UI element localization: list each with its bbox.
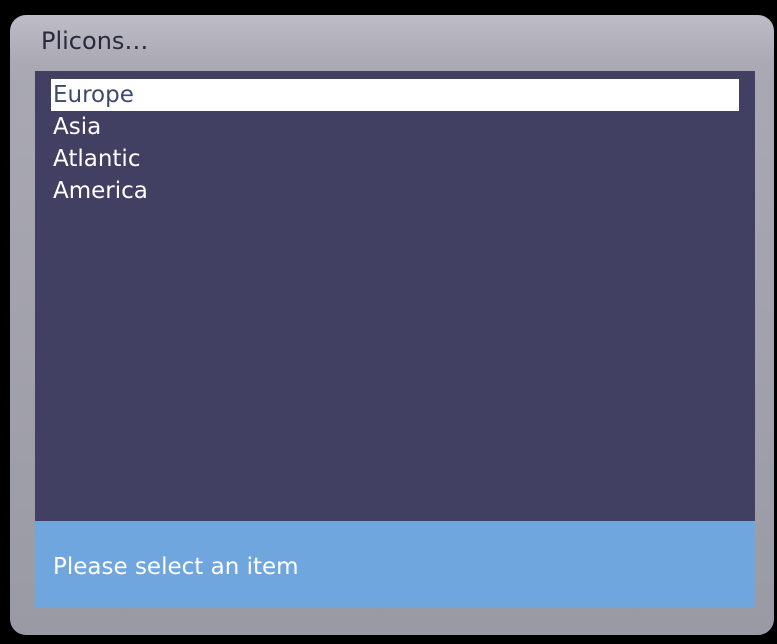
item-list: Europe Asia Atlantic America	[51, 79, 739, 207]
list-item-asia[interactable]: Asia	[51, 111, 739, 143]
list-item-atlantic[interactable]: Atlantic	[51, 143, 739, 175]
list-item-europe[interactable]: Europe	[51, 79, 739, 111]
list-item-america[interactable]: America	[51, 175, 739, 207]
status-text: Please select an item	[53, 554, 299, 580]
dialog-title: Plicons…	[41, 27, 149, 55]
selection-dialog: Plicons… Europe Asia Atlantic America Pl…	[10, 15, 774, 635]
status-bar: Please select an item	[35, 521, 755, 607]
item-list-panel: Europe Asia Atlantic America	[35, 71, 755, 521]
